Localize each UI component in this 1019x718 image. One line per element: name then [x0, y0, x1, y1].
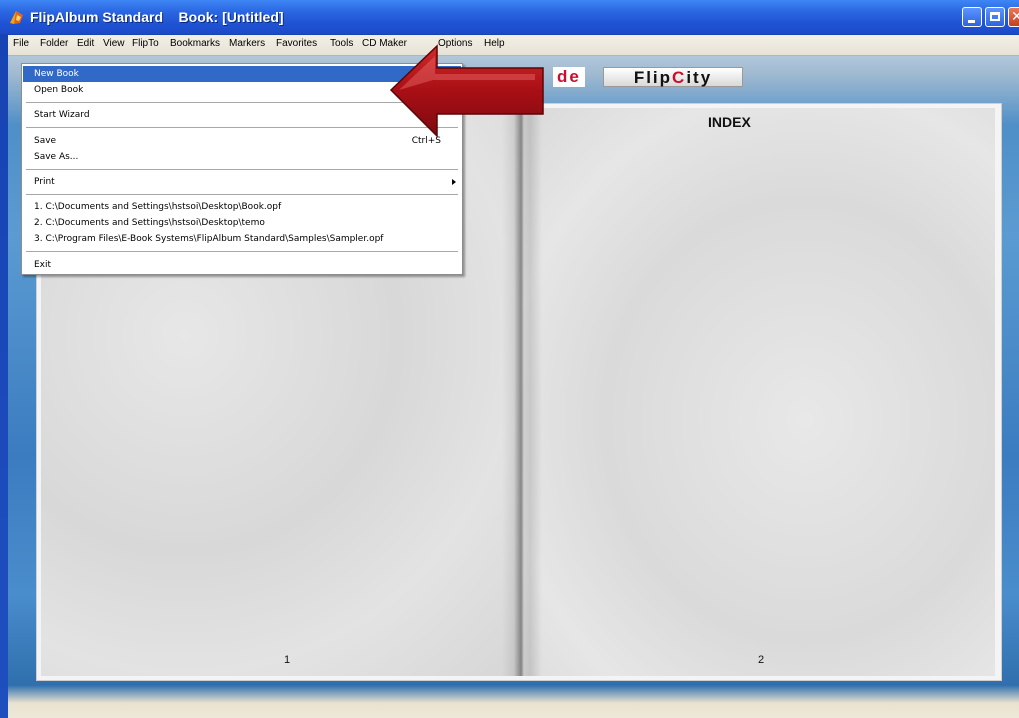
menu-tools[interactable]: Tools	[330, 38, 353, 49]
book-spine	[502, 108, 542, 676]
menu-item-recent-1[interactable]: 1. C:\Documents and Settings\hstsoi\Desk…	[23, 199, 461, 215]
recent-file-label: 1. C:\Documents and Settings\hstsoi\Desk…	[34, 202, 282, 212]
menu-bookmarks[interactable]: Bookmarks	[170, 38, 220, 49]
menu-separator	[26, 251, 458, 252]
menu-separator	[26, 169, 458, 170]
menu-item-recent-3[interactable]: 3. C:\Program Files\E-Book Systems\FlipA…	[23, 231, 461, 247]
new-book-label: New Book	[34, 69, 79, 79]
save-as-label: Save As...	[34, 152, 79, 162]
menu-favorites[interactable]: Favorites	[276, 38, 317, 49]
logo-city-c: C	[672, 68, 687, 87]
logo-flip-part: Flip	[633, 68, 673, 87]
start-wizard-label: Start Wizard	[34, 110, 90, 120]
maximize-icon	[990, 12, 1000, 21]
recent-file-label: 2. C:\Documents and Settings\hstsoi\Desk…	[34, 218, 265, 228]
menu-item-recent-2[interactable]: 2. C:\Documents and Settings\hstsoi\Desk…	[23, 215, 461, 231]
flipcity-logo[interactable]: de FlipCity	[553, 67, 753, 89]
menu-view[interactable]: View	[103, 38, 125, 49]
index-title: INDEX	[708, 114, 751, 130]
exit-label: Exit	[34, 260, 52, 270]
maximize-button[interactable]	[985, 7, 1005, 27]
minimize-icon	[968, 20, 975, 23]
flipalbum-app-icon	[10, 11, 23, 24]
logo-flipcity-text: FlipCity	[603, 67, 743, 87]
menu-file[interactable]: File	[13, 38, 29, 49]
menu-flipto[interactable]: FlipTo	[132, 38, 159, 49]
close-button[interactable]: ✕	[1008, 7, 1019, 27]
logo-left-text: de	[553, 67, 585, 87]
submenu-arrow-icon	[452, 179, 456, 185]
title-bar[interactable]: FlipAlbum Standard Book: [Untitled] ✕	[0, 0, 1019, 34]
menu-separator	[26, 194, 458, 195]
menu-item-save-as[interactable]: Save As...	[23, 149, 461, 165]
menu-item-exit[interactable]: Exit	[23, 257, 461, 273]
minimize-button[interactable]	[962, 7, 982, 27]
close-icon: ✕	[1011, 9, 1019, 25]
menu-edit[interactable]: Edit	[77, 38, 94, 49]
open-book-label: Open Book	[34, 85, 84, 95]
recent-file-label: 3. C:\Program Files\E-Book Systems\FlipA…	[34, 234, 384, 244]
left-page-number: 1	[284, 654, 291, 666]
logo-city-rest: ity	[686, 68, 713, 87]
menu-folder[interactable]: Folder	[40, 38, 68, 49]
menu-item-print[interactable]: Print	[23, 174, 461, 190]
menu-markers[interactable]: Markers	[229, 38, 265, 49]
red-pointer-arrow	[389, 44, 544, 138]
save-label: Save	[34, 136, 57, 146]
print-label: Print	[34, 177, 55, 187]
right-page-number: 2	[758, 654, 765, 666]
window-title: FlipAlbum Standard Book: [Untitled]	[30, 9, 284, 25]
right-page[interactable]	[521, 108, 995, 676]
